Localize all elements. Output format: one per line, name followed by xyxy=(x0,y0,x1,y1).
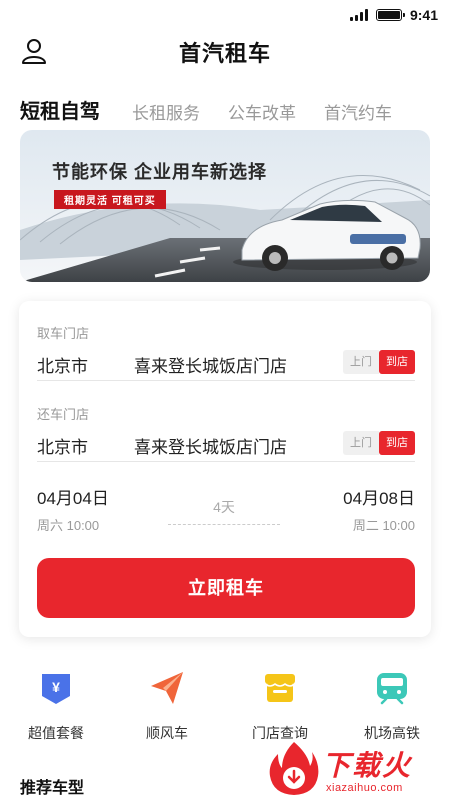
duration-divider xyxy=(168,524,280,525)
return-label: 还车门店 xyxy=(37,407,90,422)
tab-shouqi-ride[interactable]: 首汽约车 xyxy=(324,99,392,124)
booking-card: 取车门店 北京市 喜来登长城饭店门店 上门 到店 还车门店 北京市 喜来登长城饭… xyxy=(19,301,431,637)
status-bar: 9:41 xyxy=(0,0,450,32)
tab-short-rental[interactable]: 短租自驾 xyxy=(20,95,100,124)
return-city[interactable]: 北京市 xyxy=(37,433,88,458)
watermark-text: 下载火 xyxy=(322,750,413,781)
quick-link-label: 顺风车 xyxy=(146,725,188,741)
banner-subtitle: 租期灵活 可租可买 xyxy=(54,190,166,209)
svg-text:¥: ¥ xyxy=(52,679,60,695)
page-title: 首汽租车 xyxy=(178,41,271,66)
quick-link-carpool[interactable]: 顺风车 xyxy=(117,670,217,743)
rental-duration: 4天 xyxy=(213,499,235,515)
rent-now-button[interactable]: 立即租车 xyxy=(37,558,415,618)
return-store-row[interactable]: 北京市 喜来登长城饭店门店 上门 到店 xyxy=(37,428,415,462)
yen-shield-icon: ¥ xyxy=(42,674,70,704)
start-date-picker[interactable]: 04月04日 周六 10:00 xyxy=(37,484,109,534)
tab-long-rental[interactable]: 长租服务 xyxy=(132,99,200,124)
header: 首汽租车 xyxy=(0,32,450,72)
end-time: 周二 10:00 xyxy=(352,518,415,533)
status-time: 9:41 xyxy=(409,7,438,23)
quick-link-store-search[interactable]: 门店查询 xyxy=(230,670,330,743)
storefront-icon xyxy=(264,674,296,702)
recommended-models-title: 推荐车型 xyxy=(20,780,85,797)
pickup-store[interactable]: 喜来登长城饭店门店 xyxy=(134,352,287,377)
battery-icon xyxy=(375,9,405,21)
train-icon xyxy=(377,673,407,705)
start-time: 周六 10:00 xyxy=(37,518,100,533)
end-date-picker[interactable]: 04月08日 周二 10:00 xyxy=(343,484,415,534)
pickup-label: 取车门店 xyxy=(37,326,90,341)
flame-logo-icon xyxy=(269,742,319,795)
door-to-door-option[interactable]: 上门 xyxy=(343,350,379,374)
pickup-store-row[interactable]: 北京市 喜来登长城饭店门店 上门 到店 xyxy=(37,347,415,381)
tab-bar: 短租自驾 长租服务 公车改革 首汽约车 xyxy=(20,88,440,124)
return-mode-toggle[interactable]: 上门 到店 xyxy=(343,431,415,455)
end-date: 04月08日 xyxy=(343,489,415,508)
door-to-door-option[interactable]: 上门 xyxy=(343,431,379,455)
start-date: 04月04日 xyxy=(37,489,109,508)
quick-link-label: 超值套餐 xyxy=(28,725,84,741)
watermark: 下载火 xiazaihuo.com xyxy=(264,738,444,800)
quick-link-airport-rail[interactable]: 机场高铁 xyxy=(342,670,442,743)
banner-title: 节能环保 企业用车新选择 xyxy=(52,162,267,182)
tab-official-car-reform[interactable]: 公车改革 xyxy=(228,99,296,124)
return-store[interactable]: 喜来登长城饭店门店 xyxy=(134,433,287,458)
pickup-city[interactable]: 北京市 xyxy=(37,352,88,377)
in-store-option[interactable]: 到店 xyxy=(379,431,415,455)
promo-banner[interactable]: 节能环保 企业用车新选择 租期灵活 可租可买 xyxy=(20,130,430,282)
rental-period[interactable]: 04月04日 周六 10:00 4天 04月08日 周二 10:00 xyxy=(37,484,415,534)
signal-icon xyxy=(349,9,368,21)
in-store-option[interactable]: 到店 xyxy=(379,350,415,374)
watermark-url: xiazaihuo.com xyxy=(326,782,403,794)
quick-link-value-packages[interactable]: ¥ 超值套餐 xyxy=(6,670,106,743)
paper-plane-icon xyxy=(151,672,183,704)
quick-links: ¥ 超值套餐 顺风车 门店查询 机场高铁 xyxy=(0,670,450,743)
pickup-mode-toggle[interactable]: 上门 到店 xyxy=(343,350,415,374)
